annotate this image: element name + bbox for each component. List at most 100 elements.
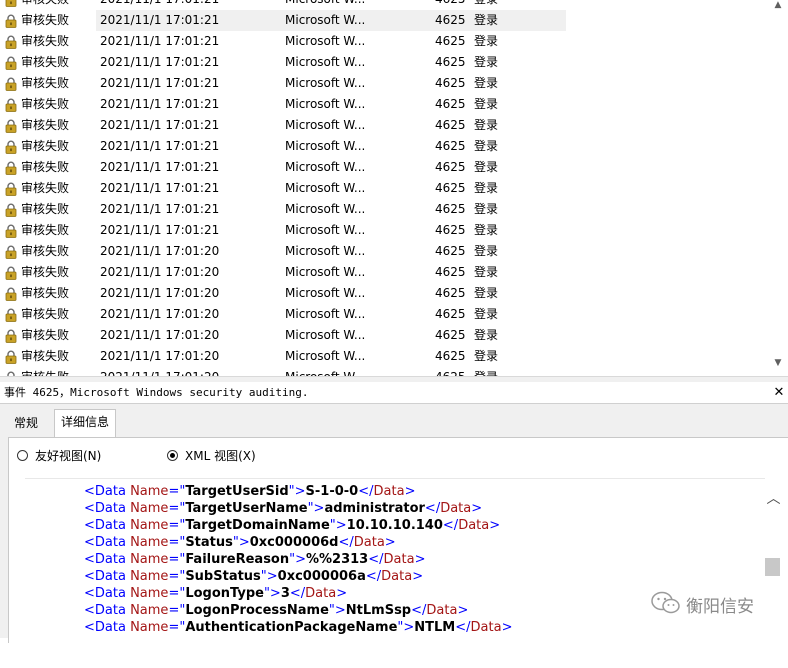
table-row[interactable]: 审核失败 2021/11/1 17:01:21 Microsoft W... 4625… [0, 31, 765, 52]
cell-date-time: 2021/11/1 17:01:21 [100, 55, 220, 69]
lock-icon [5, 224, 17, 238]
cell-event-id: 4625 [435, 286, 466, 300]
cell-date-time: 2021/11/1 17:01:21 [100, 34, 220, 48]
cell-date-time: 2021/11/1 17:01:20 [100, 367, 219, 376]
cell-source: Microsoft W... [285, 118, 366, 132]
cell-task-category: 登录 [474, 139, 499, 153]
cell-source: Microsoft W... [285, 286, 366, 300]
lock-icon [5, 14, 17, 28]
xml-data-value: 0xc000006d [249, 535, 339, 550]
cell-level: 审核失败 [21, 160, 70, 174]
table-row[interactable]: 审核失败 2021/11/1 17:01:20 Microsoft W... 4625… [0, 304, 765, 325]
cell-source: Microsoft W... [285, 349, 366, 363]
table-row[interactable]: 审核失败 2021/11/1 17:01:20 Microsoft W... 4625… [0, 262, 765, 283]
xml-data-value: %%2313 [306, 552, 369, 567]
cell-source: Microsoft W... [285, 97, 366, 111]
table-row[interactable]: 审核失败 2021/11/1 17:01:20 Microsoft W... 4625… [0, 367, 765, 376]
cell-task-category: 登录 [474, 34, 499, 48]
chevron-up-icon[interactable]: ︿ [765, 488, 782, 508]
table-row[interactable]: 审核失败 2021/11/1 17:01:20 Microsoft W... 4625… [0, 346, 765, 367]
lock-icon [5, 266, 17, 280]
cell-task-category: 登录 [474, 76, 499, 90]
list-scrollbar[interactable]: ▲ ▼ [768, 0, 788, 376]
cell-source: Microsoft W... [285, 328, 366, 342]
table-row[interactable]: 审核失败 2021/11/1 17:01:21 Microsoft W... 4625… [0, 115, 765, 136]
table-row[interactable]: 审核失败 2021/11/1 17:01:21 Microsoft W... 4625… [0, 94, 765, 115]
xml-attr-name: LogonType [185, 586, 264, 601]
xml-data-value: 0xc000006a [277, 569, 366, 584]
xml-data-line: <Data Name="LogonType">3</Data> [84, 586, 348, 601]
cell-date-time: 2021/11/1 17:01:21 [100, 76, 220, 90]
cell-level: 审核失败 [21, 55, 70, 69]
cell-event-id: 4625 [435, 265, 466, 279]
cell-level: 审核失败 [21, 34, 70, 48]
detail-title: 事件 4625，Microsoft Windows security audit… [4, 386, 309, 399]
table-row[interactable]: 审核失败 2021/11/1 17:01:21 Microsoft W... 4625… [0, 199, 765, 220]
cell-task-category: 登录 [474, 13, 499, 27]
close-icon[interactable]: ✕ [772, 382, 786, 403]
cell-source: Microsoft W... [285, 76, 366, 90]
lock-icon [5, 77, 17, 91]
friendly-view-label: 友好视图(N) [35, 449, 102, 463]
cell-event-id: 4625 [435, 160, 466, 174]
lock-icon [5, 35, 17, 49]
event-list[interactable]: 审核失败 2021/11/1 17:01:21 Microsoft W... 4625… [0, 0, 788, 376]
cell-level: 审核失败 [21, 328, 70, 342]
xml-data-value: NTLM [414, 620, 456, 635]
xml-attr-name: Status [185, 535, 233, 550]
cell-date-time: 2021/11/1 17:01:21 [100, 181, 220, 195]
xml-scrollbar[interactable]: ︿ [765, 478, 782, 668]
scroll-down-arrow-icon[interactable]: ▼ [768, 358, 788, 374]
lock-icon [5, 0, 17, 7]
scroll-up-arrow-icon[interactable]: ▲ [768, 0, 788, 16]
cell-task-category: 登录 [474, 286, 499, 300]
cell-event-id: 4625 [435, 202, 466, 216]
cell-level: 审核失败 [21, 202, 70, 216]
lock-icon [5, 308, 17, 322]
cell-date-time: 2021/11/1 17:01:20 [100, 307, 220, 321]
table-row[interactable]: 审核失败 2021/11/1 17:01:21 Microsoft W... 4625… [0, 136, 765, 157]
lock-icon [5, 245, 17, 259]
table-row[interactable]: 审核失败 2021/11/1 17:01:21 Microsoft W... 4625… [0, 0, 765, 10]
cell-date-time: 2021/11/1 17:01:21 [100, 118, 220, 132]
cell-task-category: 登录 [474, 244, 499, 258]
cell-source: Microsoft W... [285, 0, 365, 10]
cell-source: Microsoft W... [285, 139, 366, 153]
cell-event-id: 4625 [435, 307, 466, 321]
table-row[interactable]: 审核失败 2021/11/1 17:01:21 Microsoft W... 4625… [0, 52, 765, 73]
table-row[interactable]: 审核失败 2021/11/1 17:01:21 Microsoft W... 4625… [0, 73, 765, 94]
xml-data-value: 10.10.10.140 [346, 518, 443, 533]
table-row[interactable]: 审核失败 2021/11/1 17:01:20 Microsoft W... 4625… [0, 283, 765, 304]
cell-date-time: 2021/11/1 17:01:21 [100, 139, 220, 153]
cell-task-category: 登录 [474, 0, 498, 10]
table-row[interactable]: 审核失败 2021/11/1 17:01:21 Microsoft W... 4625… [0, 178, 765, 199]
table-row[interactable]: 审核失败 2021/11/1 17:01:20 Microsoft W... 4625… [0, 241, 765, 262]
cell-level: 审核失败 [21, 139, 70, 153]
xml-data-line: <Data Name="FailureReason">%%2313</Data> [84, 552, 426, 567]
tab-general[interactable]: 常规 [8, 411, 52, 437]
table-row[interactable]: 审核失败 2021/11/1 17:01:21 Microsoft W... 4625… [0, 157, 765, 178]
cell-source: Microsoft W... [285, 160, 366, 174]
cell-date-time: 2021/11/1 17:01:20 [100, 286, 220, 300]
cell-date-time: 2021/11/1 17:01:21 [100, 97, 220, 111]
table-row[interactable]: 审核失败 2021/11/1 17:01:21 Microsoft W... 4625… [0, 10, 765, 31]
xml-attr-name: LogonProcessName [185, 603, 329, 618]
table-row[interactable]: 审核失败 2021/11/1 17:01:20 Microsoft W... 4625… [0, 325, 765, 346]
lock-icon [5, 182, 17, 196]
xml-attr-name: TargetUserName [185, 501, 308, 516]
cell-event-id: 4625 [435, 328, 466, 342]
detail-header: 事件 4625，Microsoft Windows security audit… [0, 382, 788, 404]
cell-date-time: 2021/11/1 17:01:20 [100, 265, 220, 279]
lock-icon [5, 98, 17, 112]
lock-icon [5, 56, 17, 70]
cell-task-category: 登录 [474, 181, 499, 195]
cell-task-category: 登录 [474, 97, 499, 111]
cell-level: 审核失败 [21, 76, 70, 90]
table-row[interactable]: 审核失败 2021/11/1 17:01:21 Microsoft W... 4625… [0, 220, 765, 241]
cell-source: Microsoft W... [285, 244, 366, 258]
xml-data-line: <Data Name="TargetDomainName">10.10.10.1… [84, 518, 501, 533]
xml-view-label: XML 视图(X) [185, 449, 256, 463]
lock-icon [5, 329, 17, 343]
tab-details[interactable]: 详细信息 [54, 409, 116, 438]
xml-scroll-thumb[interactable] [765, 558, 780, 576]
